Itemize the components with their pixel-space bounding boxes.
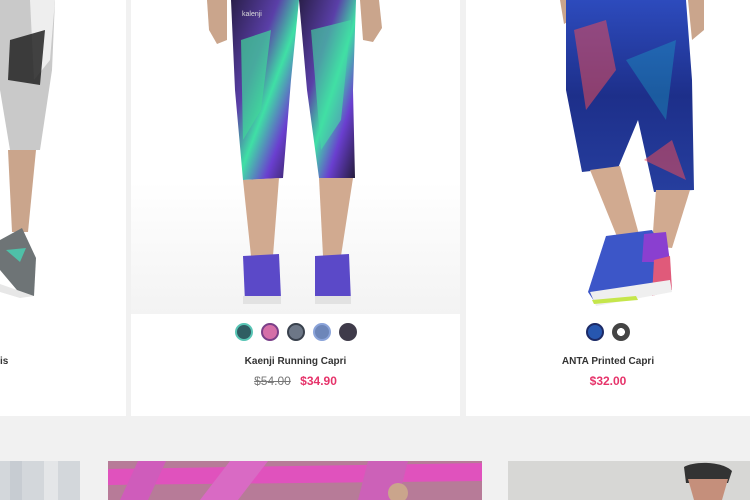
color-swatch[interactable]: [260, 323, 279, 341]
sale-price: $34.90: [300, 374, 337, 388]
price-group: $54.00 $34.90: [131, 374, 460, 388]
color-swatch[interactable]: [338, 323, 357, 341]
price-group: $32.00: [466, 374, 750, 388]
product-name[interactable]: Kaenji Running Capri: [131, 356, 460, 367]
product-card[interactable]: ANTA Printed Capri $32.00: [466, 0, 750, 416]
color-swatch[interactable]: [312, 323, 331, 341]
product-image[interactable]: [0, 0, 126, 314]
product-name[interactable]: is: [0, 356, 126, 367]
product-card[interactable]: kalenji Kaenji Running Capri $54.00 $34.…: [131, 0, 460, 416]
color-swatch[interactable]: [234, 323, 253, 341]
banner-image[interactable]: [108, 461, 482, 500]
color-swatch-group: [466, 323, 750, 343]
color-swatch[interactable]: [612, 323, 630, 341]
color-swatch-group: [131, 323, 460, 343]
color-swatch[interactable]: [586, 323, 604, 341]
color-swatch[interactable]: [286, 323, 305, 341]
product-image[interactable]: [466, 0, 750, 314]
product-card[interactable]: is: [0, 0, 126, 416]
old-price: $54.00: [254, 374, 291, 388]
banner-image[interactable]: [508, 461, 750, 500]
svg-text:kalenji: kalenji: [242, 11, 262, 18]
product-name[interactable]: ANTA Printed Capri: [466, 356, 750, 367]
product-image[interactable]: kalenji: [131, 0, 460, 314]
banner-image[interactable]: [0, 461, 80, 500]
sale-price: $32.00: [589, 374, 627, 388]
